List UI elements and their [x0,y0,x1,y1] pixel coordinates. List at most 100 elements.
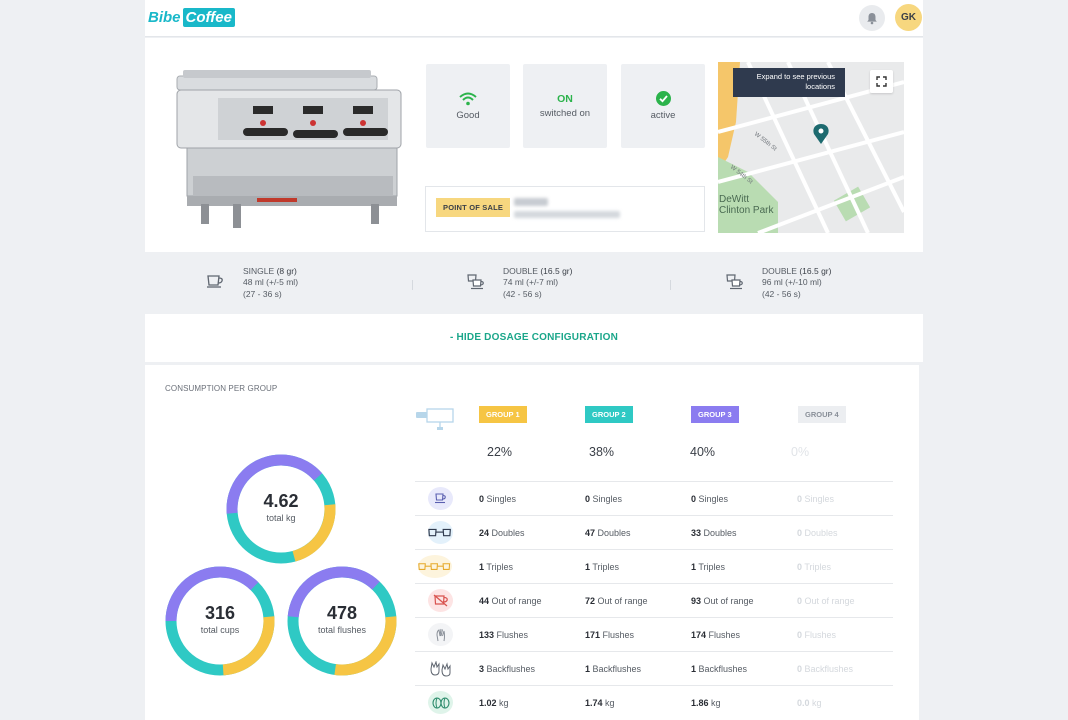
table-row-backflushes: 3 Backflushes 1 Backflushes 1 Backflushe… [415,651,893,685]
table-cell: 33 Doubles [691,528,737,538]
dosage-weight: (8 gr) [276,266,297,276]
double-cup-icon [467,274,484,290]
table-cell: 1 Backflushes [691,664,748,674]
total-flushes-value: 478 [326,603,358,623]
double-cup-icon [726,274,743,290]
notifications-button[interactable] [859,5,885,31]
group-1-percent: 22% [487,445,513,459]
dosage-configuration: SINGLE (8 gr) 48 ml (+/-5 ml) (27 - 36 s… [145,252,923,314]
dosage-volume: 48 ml (+/-5 ml) [243,277,299,288]
table-cell: 0 Out of range [797,596,855,606]
user-avatar[interactable]: GK [895,4,922,31]
dosage-volume: 96 ml (+/-10 ml) [762,277,822,288]
group-1-badge[interactable]: GROUP 1 [479,406,527,423]
total-kg-label: total kg [266,513,296,523]
logo-text-bibe: Bibe [148,9,181,26]
total-kg-value: 4.62 [263,491,299,511]
group-2-badge[interactable]: GROUP 2 [585,406,633,423]
single-cup-icon [207,275,223,288]
triple-cup-icon [418,555,452,578]
table-cell: 44 Out of range [479,596,542,606]
power-status-label: switched on [539,108,591,119]
power-status-value: ON [557,93,573,105]
table-cell: 0 Singles [585,494,623,504]
dosage-divider [412,280,413,290]
table-cell: 0 Flushes [797,630,837,640]
dosage-weight: (16.5 gr) [799,266,832,276]
table-cell: 0 Doubles [797,528,838,538]
machine-card: Good ON switched on active POINT OF SALE [145,38,923,362]
group-3-badge[interactable]: GROUP 3 [691,406,739,423]
activity-status-label: active [650,110,676,121]
point-of-sale-box: POINT OF SALE [425,186,705,232]
dosage-item-double: DOUBLE (16.5 gr) 74 ml (+/-7 ml) (42 - 5… [467,266,572,300]
table-cell: 174 Flushes [691,630,741,640]
total-flushes-donut: 478 total flushes [286,565,398,677]
espresso-machine-image [176,70,402,228]
table-cell: 1.02 kg [479,698,509,708]
table-cell: 1 Triples [691,562,726,572]
fullscreen-icon [876,76,887,87]
group-4-badge[interactable]: GROUP 4 [798,406,846,423]
total-cups-label: total cups [200,625,240,635]
logo-text-coffee: Coffee [182,8,235,27]
dosage-volume: 74 ml (+/-7 ml) [503,277,559,288]
table-cell: 1 Triples [479,562,514,572]
dosage-item-single: SINGLE (8 gr) 48 ml (+/-5 ml) (27 - 36 s… [207,266,298,300]
total-flushes-label: total flushes [317,625,367,635]
table-cell: 93 Out of range [691,596,754,606]
table-cell: 0 Singles [691,494,729,504]
table-row-kg: 1.02 kg 1.74 kg 1.86 kg 0.0 kg [415,685,893,719]
activity-status-tile: active [621,64,705,148]
table-cell: 1.86 kg [691,698,721,708]
dosage-name: DOUBLE [762,266,797,276]
table-row-flushes: 133 Flushes 171 Flushes 174 Flushes 0 Fl… [415,617,893,651]
table-row-out-of-range: 44 Out of range 72 Out of range 93 Out o… [415,583,893,617]
coffee-bean-icon [428,691,453,714]
table-cell: 171 Flushes [585,630,635,640]
table-cell: 0 Triples [797,562,832,572]
connection-status-tile: Good [426,64,510,148]
dosage-time: (42 - 56 s) [762,288,801,299]
wifi-icon [459,92,477,105]
table-cell: 133 Flushes [479,630,529,640]
map-tooltip: Expand to see previous locations [733,68,845,97]
table-cell: 3 Backflushes [479,664,536,674]
table-cell: 1 Triples [585,562,620,572]
map-place-label: DeWitt Clinton Park [719,194,773,216]
point-of-sale-badge: POINT OF SALE [436,198,511,217]
table-cell: 72 Out of range [585,596,648,606]
total-kg-donut: 4.62 total kg [225,453,337,565]
map-place-label-line1: DeWitt [719,194,749,205]
dosage-time: (42 - 56 s) [503,288,542,299]
hide-dosage-configuration-link[interactable]: - HIDE DOSAGE CONFIGURATION [145,332,923,343]
dosage-name: DOUBLE [503,266,538,276]
dosage-weight: (16.5 gr) [540,266,573,276]
connection-status-label: Good [456,109,480,121]
coffee-machine-icon [416,408,454,430]
top-bar: Bibe Coffee GK [145,0,923,37]
consumption-card: CONSUMPTION PER GROUP 4.62 total kg 316 … [145,365,919,720]
map-expand-button[interactable] [870,70,893,93]
table-row-triples: 1 Triples 1 Triples 1 Triples 0 Triples [415,549,893,583]
consumption-title: CONSUMPTION PER GROUP [165,384,278,393]
bell-icon [867,12,877,24]
point-of-sale-address-redacted [514,211,620,218]
table-cell: 0.0 kg [797,698,822,708]
group-2-percent: 38% [589,445,615,459]
table-cell: 24 Doubles [479,528,525,538]
location-map[interactable]: W 55th St W 54th St Expand to see previo… [718,62,904,233]
single-cup-icon [428,487,453,510]
table-row-doubles: 24 Doubles 47 Doubles 33 Doubles 0 Doubl… [415,515,893,549]
table-cell: 1 Backflushes [585,664,642,674]
out-of-range-icon [428,589,453,612]
map-place-label-line2: Clinton Park [719,205,774,216]
total-cups-value: 316 [204,603,236,623]
table-cell: 0 Singles [797,494,835,504]
check-circle-icon [655,91,671,106]
dosage-time: (27 - 36 s) [243,288,282,299]
table-cell: 47 Doubles [585,528,631,538]
logo[interactable]: Bibe Coffee [148,8,235,27]
table-cell: 0 Singles [479,494,517,504]
flush-icon [428,623,453,646]
